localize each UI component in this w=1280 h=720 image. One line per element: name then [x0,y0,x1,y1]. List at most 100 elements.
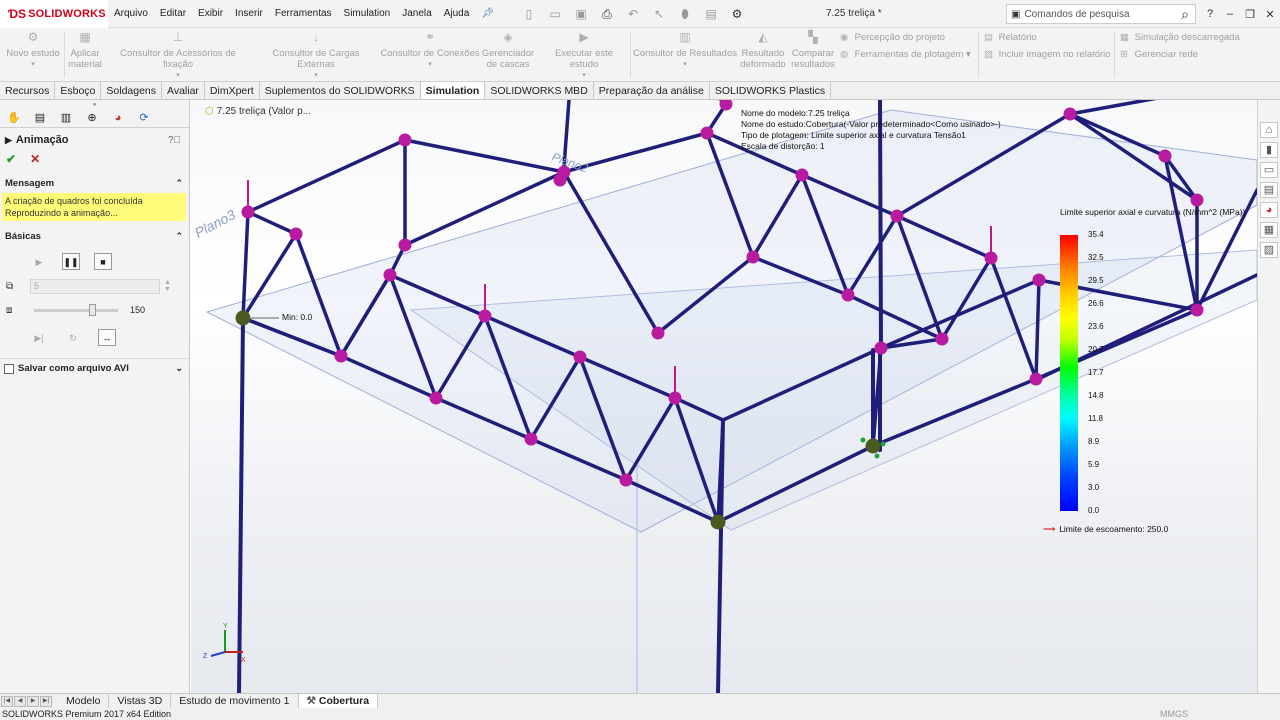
new-document-icon[interactable]: ▯ [520,6,538,22]
truss-member[interactable] [246,138,407,214]
custom-properties-icon[interactable]: ▦ [1260,222,1278,238]
home-icon[interactable]: ⌂ [1260,122,1278,138]
truss-node[interactable] [890,209,904,223]
units-indicator[interactable]: MMGS [1160,708,1188,720]
truss-node[interactable] [1190,303,1204,317]
menu-ajuda[interactable]: Ajuda [438,0,476,28]
truss-node[interactable] [383,268,397,282]
tab-vistas-3d[interactable]: Vistas 3D [109,693,172,709]
new-study-button[interactable]: ⚙ Novo estudo ▾ [4,28,62,70]
shell-manager-button[interactable]: ◈ Gerenciador de cascas [480,28,536,70]
apply-material-button[interactable]: ▦ Aplicar material [66,28,104,70]
dimxpert-manager-tab-icon[interactable]: ⊕ [82,110,102,126]
help-icon[interactable]: ? [1200,8,1220,20]
results-advisor-button[interactable]: ▥ Consultor de Resultados ▾ [632,28,738,70]
save-avi-group[interactable]: Salvar como arquivo AVI ⌄ [0,358,189,376]
truss-member[interactable] [403,138,566,174]
truss-node[interactable] [241,205,255,219]
minimize-button[interactable]: – [1220,8,1240,20]
truss-node[interactable] [619,473,633,487]
help-circle-icon[interactable]: ?⃝ [168,135,181,146]
tab-dimxpert[interactable]: DimXpert [205,82,260,99]
tab-modelo[interactable]: Modelo [58,693,110,709]
first-tab-button[interactable]: |◀ [1,695,13,707]
chevron-down-icon[interactable]: ⌄ [175,363,183,374]
cancel-x-icon[interactable]: ✕ [30,152,40,166]
rebuild-icon[interactable]: ⬮ [676,6,694,22]
truss-node[interactable] [553,173,567,187]
resources-icon[interactable]: ▮ [1260,142,1278,158]
truss-node[interactable] [398,133,412,147]
manage-network-button[interactable]: ⊞ Gerenciar rede [1120,49,1198,60]
pin-icon[interactable]: 📌︎ [475,0,500,28]
include-image-button[interactable]: ▨ Incluir imagem no relatório [984,49,1111,60]
truss-node[interactable] [478,309,492,323]
reciprocate-icon[interactable]: ↔ [98,328,116,346]
prev-tab-button[interactable]: ◀ [14,695,26,707]
tab-plastics[interactable]: SOLIDWORKS Plastics [710,82,832,99]
tree-root-node[interactable]: ⬡ 7.25 treliça (Valor p... [205,106,311,117]
truss-node[interactable] [668,391,682,405]
open-icon[interactable]: ▭ [546,6,564,22]
message-group-header[interactable]: Mensagem ⌃ [0,175,189,191]
truss-node[interactable] [235,310,251,326]
select-icon[interactable]: ↖ [650,6,668,22]
design-library-icon[interactable]: ▭ [1260,162,1278,178]
truss-node[interactable] [935,332,949,346]
file-properties-icon[interactable]: ▤ [702,6,720,22]
truss-node[interactable] [651,326,665,340]
deformed-result-button[interactable]: ◭ Resultado deformado [738,28,788,70]
graphics-area[interactable]: Plano3 Plano2 ⬡ 7.25 treliça (Valor p... … [191,100,1257,693]
speed-slider[interactable] [34,303,118,316]
external-loads-advisor-button[interactable]: ↓ Consultor de Cargas Externas ▾ [254,28,378,81]
next-tab-button[interactable]: ▶ [27,695,39,707]
truss-node[interactable] [573,350,587,364]
menu-arquivo[interactable]: Arquivo [108,0,154,28]
undo-icon[interactable]: ↶ [624,6,642,22]
tab-soldagens[interactable]: Soldagens [101,82,163,99]
design-insight-button[interactable]: ◉ Percepção do projeto [840,32,945,43]
save-icon[interactable]: ▣ [572,6,590,22]
truss-node[interactable] [524,432,538,446]
frames-spinner[interactable]: ▲ ▼ [164,279,171,293]
tab-estudo-movimento[interactable]: Estudo de movimento 1 [171,693,299,709]
configuration-manager-tab-icon[interactable]: ▥ [56,110,76,126]
tab-recursos[interactable]: Recursos [0,82,56,99]
ok-check-icon[interactable]: ✔ [6,152,16,166]
tab-mbd[interactable]: SOLIDWORKS MBD [485,82,594,99]
basics-group-header[interactable]: Básicas ⌃ [0,228,189,244]
save-avi-checkbox[interactable] [4,363,14,374]
tab-preparacao[interactable]: Preparação da análise [594,82,710,99]
offloaded-simulation-button[interactable]: ▦ Simulação descarregada [1120,32,1240,43]
truss-node[interactable] [334,349,348,363]
truss-node[interactable] [700,126,714,140]
last-tab-button[interactable]: ▶| [40,695,52,707]
loop-icon[interactable]: ↻ [64,329,82,346]
menu-ferramentas[interactable]: Ferramentas [269,0,338,28]
fixtures-advisor-button[interactable]: ⊥ Consultor de Acessórios de fixação ▾ [106,28,250,81]
menu-janela[interactable]: Janela [396,0,437,28]
truss-node[interactable] [984,251,998,265]
appearances-icon[interactable]: ◕ [1260,202,1278,218]
plot-tools-button[interactable]: ◍ Ferramentas de plotagem ▾ [840,49,971,60]
search-icon[interactable]: ⌕ [1181,6,1189,23]
search-scope-icon[interactable]: ▣ [1011,9,1020,20]
display-manager-tab-icon[interactable]: ◕ [108,110,128,126]
play-once-icon[interactable]: ▶| [30,329,48,346]
run-study-button[interactable]: ▶ Executar este estudo ▾ [540,28,628,81]
menu-editar[interactable]: Editar [154,0,192,28]
close-button[interactable]: ✕ [1260,8,1280,21]
solidworks-logo[interactable]: ƊS SOLIDWORKS [0,0,108,28]
truss-node[interactable] [1158,149,1172,163]
truss-node[interactable] [1032,273,1046,287]
truss-node[interactable] [1029,372,1043,386]
truss-node[interactable] [874,341,888,355]
tab-suplementos[interactable]: Suplementos do SOLIDWORKS [260,82,421,99]
frames-input[interactable]: 5 [30,278,160,294]
truss-node[interactable] [289,227,303,241]
truss-member[interactable] [1068,100,1257,116]
truss-member[interactable] [246,210,298,236]
tab-cobertura[interactable]: ⚒ Cobertura [298,693,379,709]
tab-simulation[interactable]: Simulation [420,82,486,99]
truss-node[interactable] [1190,193,1204,207]
